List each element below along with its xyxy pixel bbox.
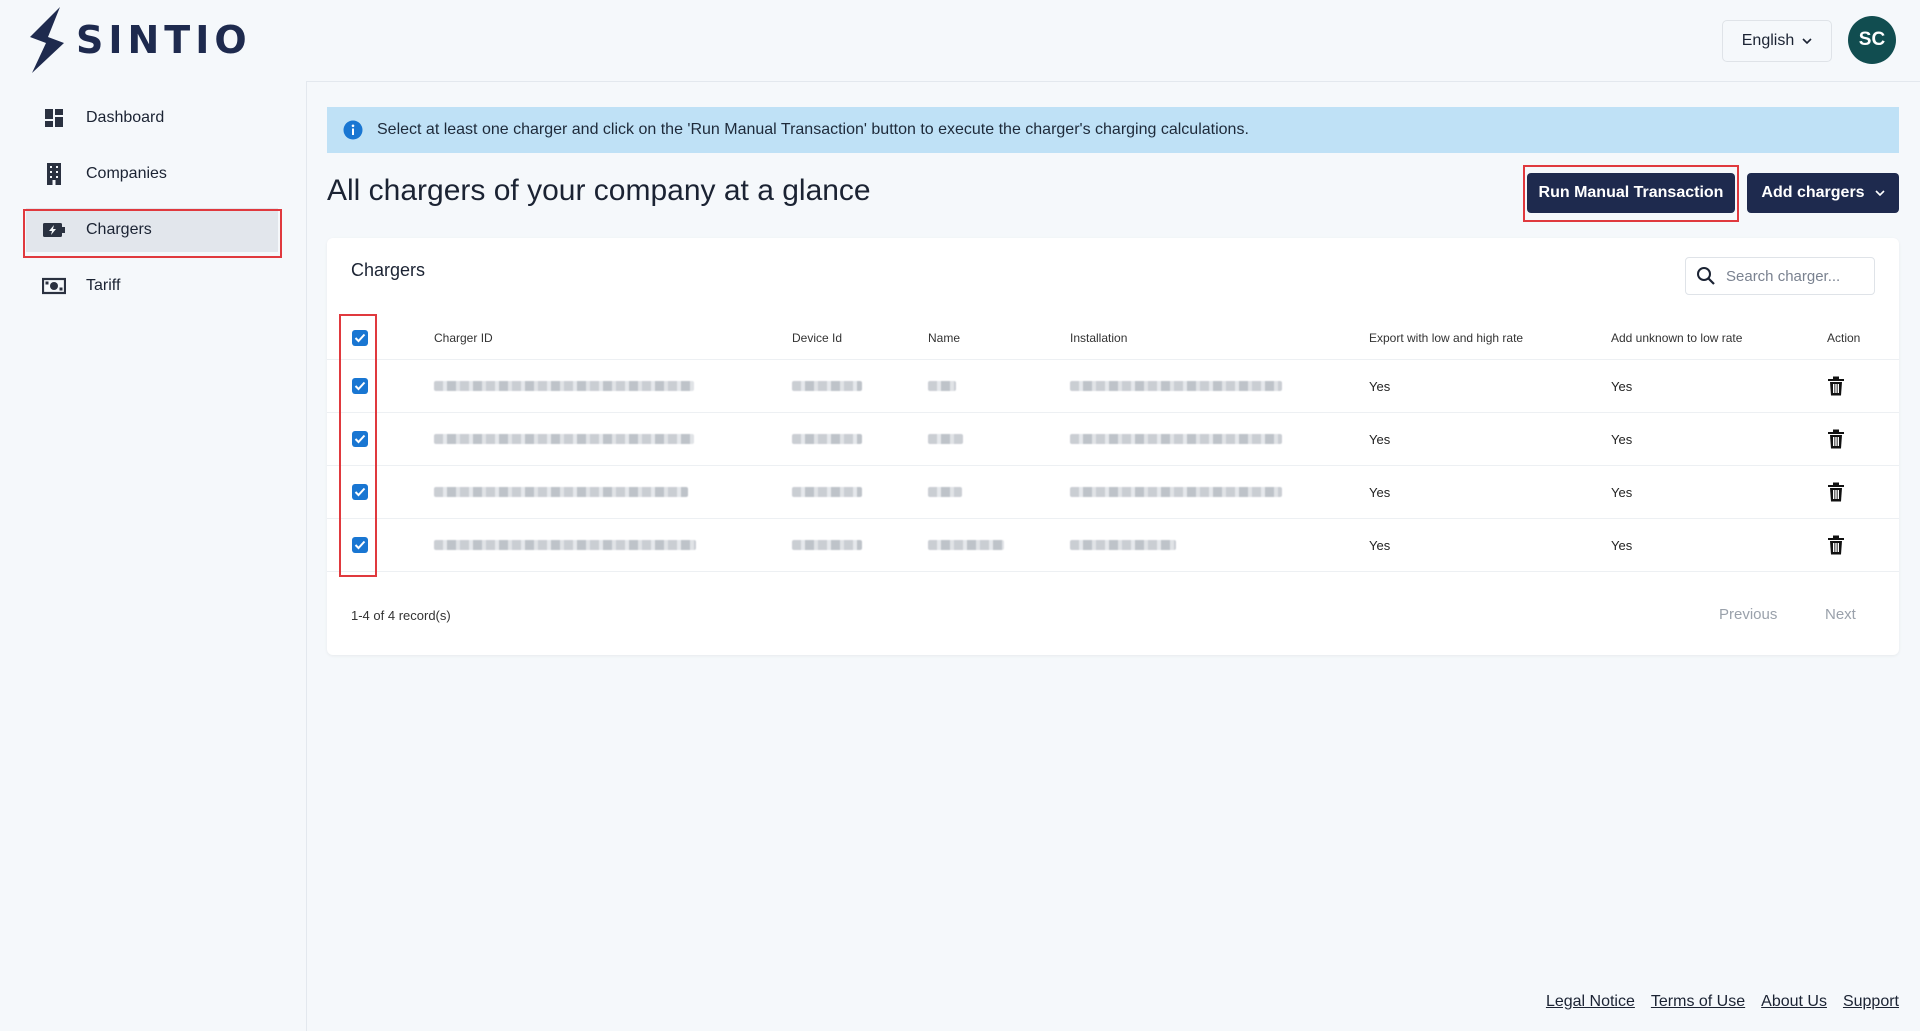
charger-id-redacted [434,380,694,391]
charger-id-redacted [434,433,694,444]
device-id-redacted [792,486,862,497]
records-count: 1-4 of 4 record(s) [351,608,451,623]
sidebar-item-label: Companies [86,165,167,182]
support-link[interactable]: Support [1843,993,1899,1011]
terms-of-use-link[interactable]: Terms of Use [1651,993,1745,1011]
page-title: All chargers of your company at a glance [327,174,871,207]
export-rate-cell: Yes [1369,518,1611,572]
about-us-link[interactable]: About Us [1761,993,1827,1011]
run-button-highlight-box [1523,165,1739,222]
logo-icon [30,7,64,73]
trash-icon[interactable] [1827,535,1899,555]
device-id-redacted [792,433,862,444]
unknown-rate-cell: Yes [1611,359,1827,413]
dashboard-icon [40,104,68,132]
column-header[interactable]: Export with low and high rate [1369,317,1611,360]
chevron-down-icon [1802,38,1812,44]
trash-icon[interactable] [1827,482,1899,502]
sidebar-item-label: Dashboard [86,109,165,126]
legal-notice-link[interactable]: Legal Notice [1546,993,1635,1011]
table-header-row: Charger ID Device Id Name Installation E… [327,317,1899,360]
search-input[interactable] [1724,266,1868,286]
chargers-highlight-box [23,209,282,258]
avatar[interactable]: SC [1848,16,1896,64]
table-row: Yes Yes [327,412,1899,466]
card-title: Chargers [351,260,426,280]
export-rate-cell: Yes [1369,412,1611,466]
unknown-rate-cell: Yes [1611,412,1827,466]
installation-redacted [1070,380,1282,391]
checkbox-column-highlight-box [339,314,377,577]
name-redacted [928,539,1004,550]
column-header: Action [1827,317,1899,360]
table-row: Yes Yes [327,465,1899,519]
building-icon [40,160,68,188]
previous-page-button[interactable]: Previous [1719,606,1777,623]
sidebar-item-label: Tariff [86,277,121,294]
language-label: English [1741,32,1795,49]
installation-redacted [1070,433,1282,444]
column-header[interactable]: Device Id [792,317,928,360]
money-icon [40,272,68,300]
search-icon [1696,266,1716,286]
sidebar-item-dashboard[interactable]: Dashboard [26,96,278,140]
sidebar-item-companies[interactable]: Companies [26,152,278,196]
logo[interactable]: SINTIO [26,7,252,73]
device-id-redacted [792,539,862,550]
chevron-down-icon [1874,190,1885,196]
column-header[interactable]: Charger ID [434,317,792,360]
top-bar: SINTIO English SC [0,0,1920,82]
installation-redacted [1070,539,1176,550]
chargers-table: Charger ID Device Id Name Installation E… [327,317,1899,572]
info-banner: Select at least one charger and click on… [327,107,1899,153]
column-header[interactable]: Name [928,317,1070,360]
search-box[interactable] [1685,257,1875,295]
charger-id-redacted [434,539,696,550]
unknown-rate-cell: Yes [1611,465,1827,519]
name-redacted [928,380,956,391]
sidebar-item-tariff[interactable]: Tariff [26,264,278,308]
add-chargers-label: Add chargers [1761,184,1865,201]
chargers-card: Chargers Charger ID Device Id Name Insta… [327,238,1899,655]
add-chargers-button[interactable]: Add chargers [1747,173,1899,213]
column-header[interactable]: Installation [1070,317,1369,360]
export-rate-cell: Yes [1369,359,1611,413]
logo-text: SINTIO [76,18,252,62]
column-header[interactable]: Add unknown to low rate [1611,317,1827,360]
trash-icon[interactable] [1827,429,1899,449]
trash-icon[interactable] [1827,376,1899,396]
device-id-redacted [792,380,862,391]
table-row: Yes Yes [327,518,1899,572]
export-rate-cell: Yes [1369,465,1611,519]
next-page-button[interactable]: Next [1825,606,1856,623]
info-banner-text: Select at least one charger and click on… [377,121,1249,138]
footer-links: Legal Notice Terms of Use About Us Suppo… [1546,993,1899,1011]
language-select[interactable]: English [1722,20,1832,62]
name-redacted [928,433,963,444]
info-icon [343,120,363,140]
name-redacted [928,486,962,497]
unknown-rate-cell: Yes [1611,518,1827,572]
table-row: Yes Yes [327,359,1899,413]
charger-id-redacted [434,486,688,497]
installation-redacted [1070,486,1282,497]
